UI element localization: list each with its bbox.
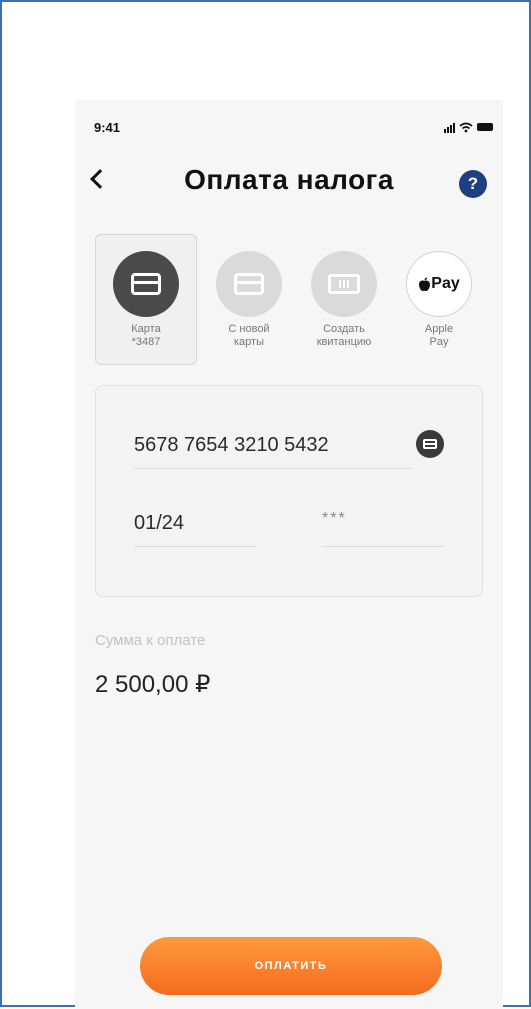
method-apple-pay-label: Apple Pay [424, 323, 454, 348]
card-icon [234, 273, 264, 295]
amount-label: Сумма к оплате [95, 632, 206, 649]
method-saved-card[interactable]: Карта *3487 [95, 234, 197, 365]
status-icons [444, 120, 493, 134]
method-new-card[interactable]: С новой карты [198, 234, 300, 365]
signal-icon [444, 122, 455, 133]
card-form: 5678 7654 3210 5432 01/24 *** [95, 385, 483, 597]
card-number-underline [134, 468, 412, 469]
expiry-underline [134, 546, 256, 547]
screenshot-frame: 9:41 Оплата налога ? Карта *3487 С новой… [0, 0, 531, 1009]
card-type-icon [416, 430, 444, 458]
battery-icon [477, 123, 493, 131]
apple-pay-text: Pay [431, 275, 460, 292]
method-apple-pay[interactable]: Pay Apple Pay [388, 234, 490, 365]
method-saved-card-circle [113, 251, 179, 317]
page-title: Оплата налога [184, 164, 394, 195]
method-create-receipt-circle [311, 251, 377, 317]
help-icon[interactable]: ? [459, 170, 487, 198]
ticket-icon [328, 274, 360, 294]
amount-value: 2 500,00 ₽ [95, 671, 211, 698]
phone-screen: 9:41 Оплата налога ? Карта *3487 С новой… [75, 100, 503, 1009]
method-new-card-circle [216, 251, 282, 317]
wifi-icon [459, 122, 473, 132]
status-time: 9:41 [94, 120, 121, 135]
method-create-receipt[interactable]: Создать квитанцию [293, 234, 395, 365]
expiry-input[interactable]: 01/24 [134, 512, 184, 535]
apple-logo-icon [419, 277, 431, 291]
method-create-receipt-label: Создать квитанцию [316, 323, 372, 348]
pay-button[interactable]: ОПЛАТИТЬ [140, 937, 442, 995]
method-apple-pay-circle: Pay [406, 251, 472, 317]
method-saved-card-label: Карта *3487 [131, 323, 161, 348]
card-number-input[interactable]: 5678 7654 3210 5432 [134, 434, 329, 457]
card-icon [131, 273, 161, 295]
cvv-input[interactable]: *** [322, 510, 347, 528]
method-new-card-label: С новой карты [228, 323, 270, 348]
cvv-underline [322, 546, 444, 547]
